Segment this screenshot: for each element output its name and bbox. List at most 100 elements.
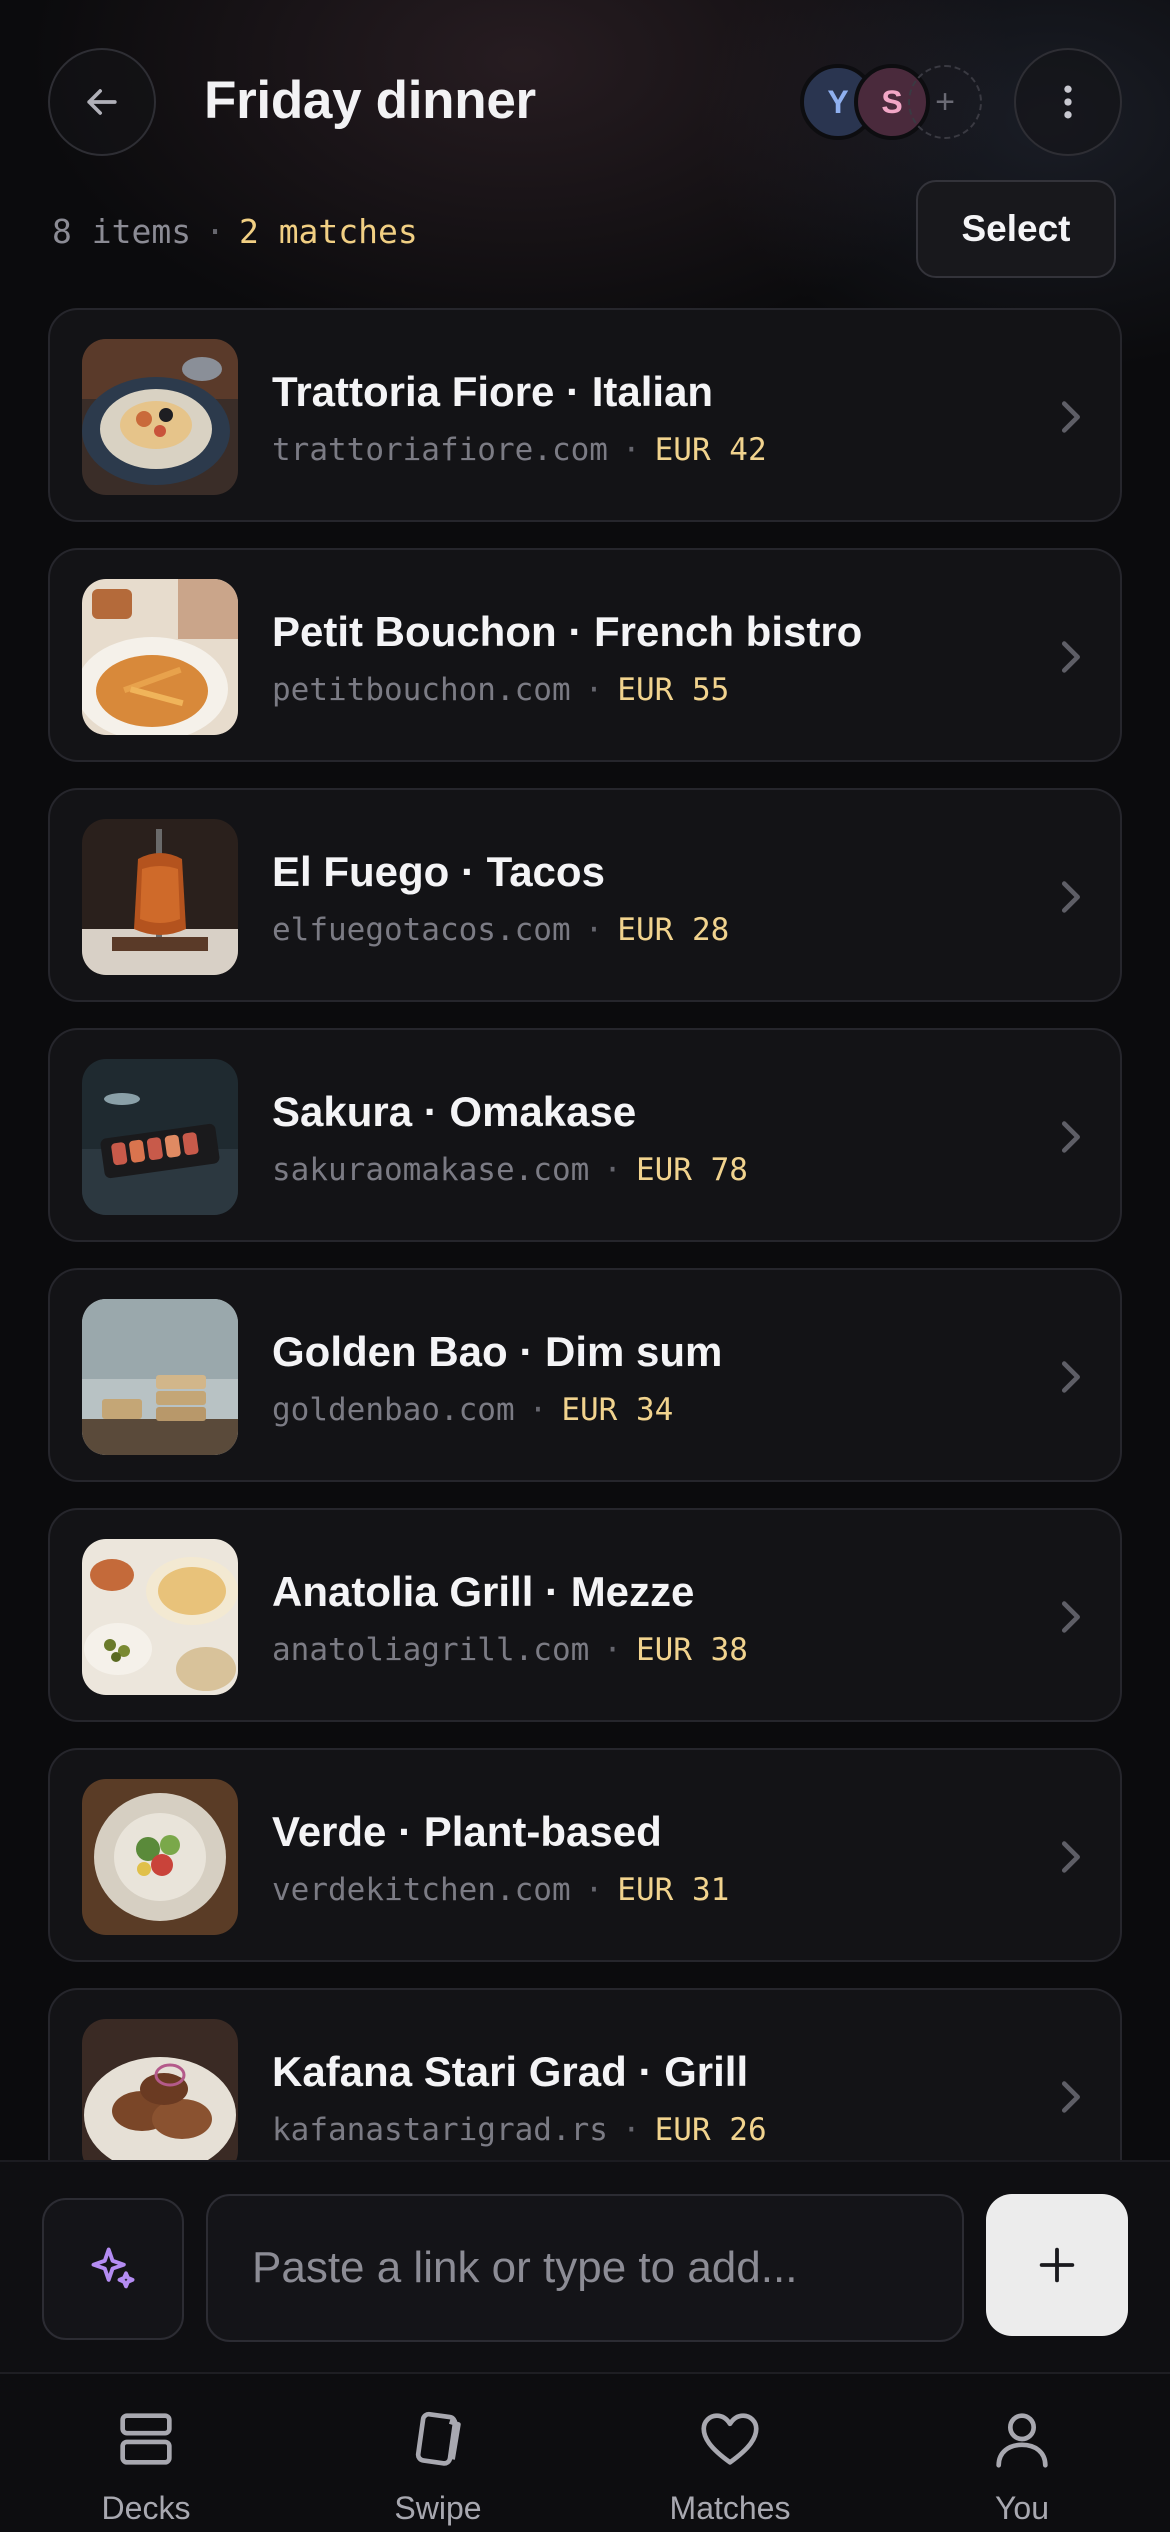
chevron-right-icon	[1061, 1361, 1080, 1393]
list-item[interactable]: Anatolia Grill · Mezze anatoliagrill.com…	[48, 1508, 1122, 1722]
restaurant-domain: anatoliagrill.com	[272, 1632, 590, 1668]
price-badge: EUR 28	[617, 912, 730, 948]
price-badge: EUR 78	[635, 1152, 748, 1188]
more-vertical-icon	[1064, 85, 1072, 119]
tab-label: Matches	[669, 2490, 791, 2526]
chevron-right-icon	[1061, 641, 1080, 673]
restaurant-meta: kafanastarigrad.rs · EUR 26	[272, 2112, 767, 2148]
list-item[interactable]: Kafana Stari Grad · Grill kafanastarigra…	[48, 1988, 1122, 2160]
tab-label: Swipe	[394, 2490, 482, 2526]
price-badge: EUR 26	[654, 2112, 767, 2148]
restaurant-domain: goldenbao.com	[272, 1392, 515, 1428]
restaurant-meta: trattoriafiore.com · EUR 42	[272, 432, 767, 468]
restaurant-meta: goldenbao.com · EUR 34	[272, 1392, 673, 1428]
restaurant-meta: petitbouchon.com · EUR 55	[272, 672, 729, 708]
chevron-right-icon	[1061, 1601, 1080, 1633]
price-badge: EUR 42	[654, 432, 767, 468]
restaurant-domain: elfuegotacos.com	[272, 912, 571, 948]
decks-icon	[120, 2413, 172, 2465]
restaurant-domain: sakuraomakase.com	[272, 1152, 590, 1188]
add-link-placeholder: Paste a link or type to add...	[252, 2243, 798, 2292]
deck-summary: 8 items · 2 matches	[52, 212, 418, 251]
restaurant-domain: trattoriafiore.com	[272, 432, 608, 468]
sparkle-icon	[91, 2247, 135, 2289]
list-item[interactable]: El Fuego · Tacos elfuegotacos.com · EUR 28	[48, 788, 1122, 1002]
restaurant-domain: kafanastarigrad.rs	[272, 2112, 608, 2148]
restaurant-thumbnail	[82, 819, 238, 975]
restaurant-name: Kafana Stari Grad · Grill	[272, 2048, 749, 2095]
separator-dot: ·	[205, 212, 225, 251]
restaurant-name: Anatolia Grill · Mezze	[272, 1568, 695, 1615]
restaurant-thumbnail	[82, 1779, 238, 1935]
tab-matches[interactable]: Matches	[584, 2374, 876, 2532]
separator-dot: ·	[584, 672, 604, 708]
restaurant-name: El Fuego · Tacos	[272, 848, 605, 895]
add-button[interactable]	[986, 2194, 1128, 2336]
price-badge: EUR 34	[561, 1392, 674, 1428]
restaurant-name: Petit Bouchon · French bistro	[272, 608, 863, 655]
separator-dot: ·	[584, 912, 604, 948]
restaurant-meta: anatoliagrill.com · EUR 38	[272, 1632, 748, 1668]
restaurant-thumbnail	[82, 339, 238, 495]
add-link-input[interactable]: Paste a link or type to add...	[206, 2194, 964, 2342]
list-item[interactable]: Sakura · Omakase sakuraomakase.com · EUR 7…	[48, 1028, 1122, 1242]
restaurant-name: Verde · Plant-based	[272, 1808, 662, 1855]
arrow-left-icon	[87, 89, 117, 115]
chevron-right-icon	[1061, 401, 1080, 433]
list-item[interactable]: Petit Bouchon · French bistro petitbouch…	[48, 548, 1122, 762]
page-title: Friday dinner	[204, 71, 536, 130]
add-item-composer: Paste a link or type to add...	[0, 2160, 1170, 2372]
tab-label: Decks	[101, 2490, 191, 2526]
chevron-right-icon	[1061, 1841, 1080, 1873]
restaurant-thumbnail	[82, 2019, 238, 2160]
restaurant-thumbnail	[82, 1059, 238, 1215]
ai-suggest-button[interactable]	[42, 2198, 184, 2340]
member-avatars[interactable]: Y S +	[800, 64, 990, 140]
separator-dot: ·	[584, 1872, 604, 1908]
tab-label: You	[995, 2490, 1049, 2526]
restaurant-thumbnail	[82, 1539, 238, 1695]
tab-decks[interactable]: Decks	[0, 2374, 292, 2532]
tab-bar: Decks Swipe Matches You	[0, 2372, 1170, 2532]
select-button[interactable]: Select	[916, 180, 1116, 278]
restaurant-thumbnail	[82, 1299, 238, 1455]
restaurant-list: Trattoria Fiore · Italian trattoriafiore…	[48, 308, 1122, 2160]
restaurant-domain: petitbouchon.com	[272, 672, 571, 708]
back-button[interactable]	[48, 48, 156, 156]
match-count: 2 matches	[238, 212, 418, 251]
separator-dot: ·	[603, 1632, 622, 1668]
add-member-icon: +	[935, 82, 955, 121]
chevron-right-icon	[1061, 1121, 1080, 1153]
chevron-right-icon	[1061, 881, 1080, 913]
avatar-initial: Y	[827, 83, 849, 120]
separator-dot: ·	[528, 1392, 548, 1428]
restaurant-name: Golden Bao · Dim sum	[272, 1328, 723, 1375]
list-item[interactable]: Golden Bao · Dim sum goldenbao.com · EUR 3…	[48, 1268, 1122, 1482]
restaurant-meta: sakuraomakase.com · EUR 78	[272, 1152, 748, 1188]
person-icon	[996, 2413, 1048, 2468]
separator-dot: ·	[621, 2112, 641, 2148]
plus-icon	[1039, 2247, 1075, 2283]
header: Friday dinner Y S +	[0, 0, 1170, 210]
heart-icon	[701, 2413, 759, 2465]
swipe-icon	[415, 2411, 461, 2466]
list-item[interactable]: Trattoria Fiore · Italian trattoriafiore…	[48, 308, 1122, 522]
restaurant-meta: verdekitchen.com · EUR 31	[272, 1872, 729, 1908]
price-badge: EUR 31	[617, 1872, 730, 1908]
chevron-right-icon	[1061, 2081, 1080, 2113]
restaurant-meta: elfuegotacos.com · EUR 28	[272, 912, 729, 948]
add-member-button[interactable]: +	[908, 65, 982, 139]
restaurant-domain: verdekitchen.com	[272, 1872, 571, 1908]
list-item[interactable]: Verde · Plant-based verdekitchen.com · EUR…	[48, 1748, 1122, 1962]
item-count: 8 items	[52, 212, 192, 251]
separator-dot: ·	[621, 432, 641, 468]
separator-dot: ·	[603, 1152, 622, 1188]
restaurant-name: Sakura · Omakase	[272, 1088, 637, 1135]
restaurant-thumbnail	[82, 579, 238, 735]
price-badge: EUR 38	[635, 1632, 748, 1668]
restaurant-name: Trattoria Fiore · Italian	[272, 368, 714, 415]
more-options-button[interactable]	[1014, 48, 1122, 156]
price-badge: EUR 55	[617, 672, 730, 708]
tab-swipe[interactable]: Swipe	[292, 2374, 584, 2532]
tab-you[interactable]: You	[876, 2374, 1168, 2532]
